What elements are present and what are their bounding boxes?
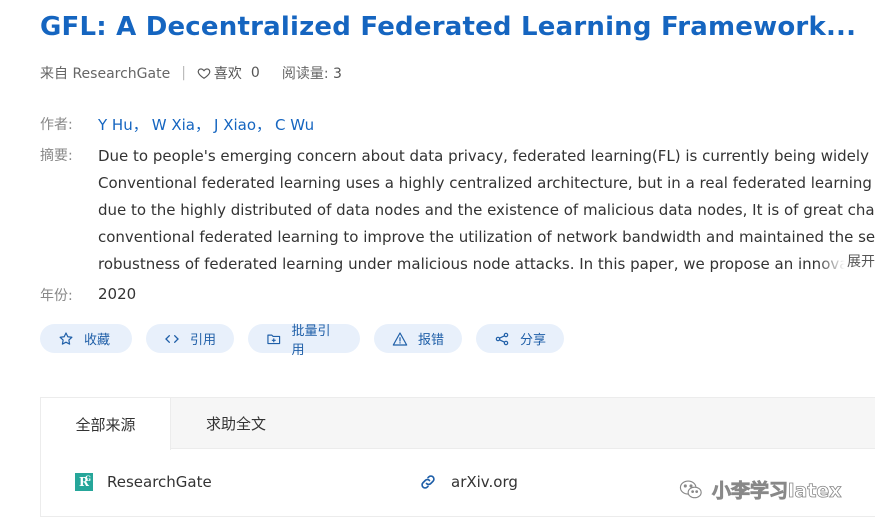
favorite-label: 收藏 <box>84 333 111 348</box>
author-separator: ， <box>132 116 148 134</box>
source-name: ResearchGate <box>107 473 212 491</box>
link-icon <box>421 475 435 489</box>
report-button[interactable]: 报错 <box>374 324 462 353</box>
source-text: 来自 ResearchGate <box>40 66 171 82</box>
heart-icon <box>197 68 211 79</box>
like-button[interactable]: 喜欢 0 <box>197 63 260 83</box>
authors-row: 作者: Y Hu， W Xia， J Xiao， C Wu <box>40 114 314 135</box>
share-label: 分享 <box>520 333 547 348</box>
reads: 阅读量: 3 <box>282 63 342 83</box>
abstract-line: Due to people's emerging concern about d… <box>98 147 875 165</box>
year-label: 年份: <box>40 288 73 304</box>
like-count: 0 <box>250 65 260 81</box>
favorite-button[interactable]: 收藏 <box>40 324 132 353</box>
tab-request-fulltext[interactable]: 求助全文 <box>171 398 301 449</box>
abstract-line: due to the highly distributed of data no… <box>98 201 875 219</box>
paper-meta: 来自 ResearchGate | 喜欢 0 阅读量: 3 <box>40 63 342 83</box>
author-separator: ， <box>256 116 272 134</box>
action-bar: 收藏 引用 批量引用 报错 分享 <box>40 324 564 358</box>
author-link[interactable]: J Xiao <box>214 116 256 134</box>
year-row: 年份: 2020 <box>40 285 136 305</box>
wechat-icon <box>679 479 702 498</box>
batch-cite-label: 批量引用 <box>291 323 331 358</box>
batch-cite-button[interactable]: 批量引用 <box>248 324 360 358</box>
folder-plus-icon <box>267 334 281 344</box>
abstract-line: Conventional federated learning uses a h… <box>98 174 875 192</box>
year-value: 2020 <box>98 285 137 303</box>
abstract-line: robustness of federated learning under m… <box>98 255 875 273</box>
star-icon <box>59 331 73 345</box>
code-brackets-icon <box>165 334 179 343</box>
abstract-line: conventional federated learning to impro… <box>98 228 875 246</box>
expand-abstract-button[interactable]: 展开 <box>817 249 875 276</box>
reads-label: 阅读量: <box>281 66 329 82</box>
author-link[interactable]: Y Hu <box>98 116 133 134</box>
author-separator: ， <box>194 116 210 134</box>
author-link[interactable]: C Wu <box>275 116 314 134</box>
cite-label: 引用 <box>190 333 217 348</box>
paper-title[interactable]: GFL: A Decentralized Federated Learning … <box>40 12 856 42</box>
reads-count: 3 <box>333 66 342 82</box>
authors-list: Y Hu， W Xia， J Xiao， C Wu <box>98 114 314 135</box>
source-researchgate[interactable]: RG ResearchGate <box>75 473 212 491</box>
author-link[interactable]: W Xia <box>152 116 195 134</box>
share-button[interactable]: 分享 <box>476 324 564 353</box>
source-arxiv[interactable]: arXiv.org <box>419 473 518 491</box>
share-icon <box>495 332 509 345</box>
source-name: arXiv.org <box>451 473 518 491</box>
cite-button[interactable]: 引用 <box>146 324 234 353</box>
report-label: 报错 <box>418 333 445 348</box>
sources-tabs: 全部来源 求助全文 <box>41 398 875 450</box>
researchgate-logo-icon: RG <box>75 473 93 491</box>
meta-divider: | <box>181 65 186 81</box>
abstract-label: 摘要: <box>40 148 73 164</box>
watermark-text: 小李学习latex <box>712 480 842 503</box>
like-label: 喜欢 <box>213 66 242 82</box>
watermark: 小李学习latex <box>678 476 842 503</box>
abstract-text: Due to people's emerging concern about d… <box>98 143 875 279</box>
authors-label: 作者: <box>40 117 73 133</box>
tab-all-sources[interactable]: 全部来源 <box>41 398 171 450</box>
warning-icon <box>392 331 408 346</box>
